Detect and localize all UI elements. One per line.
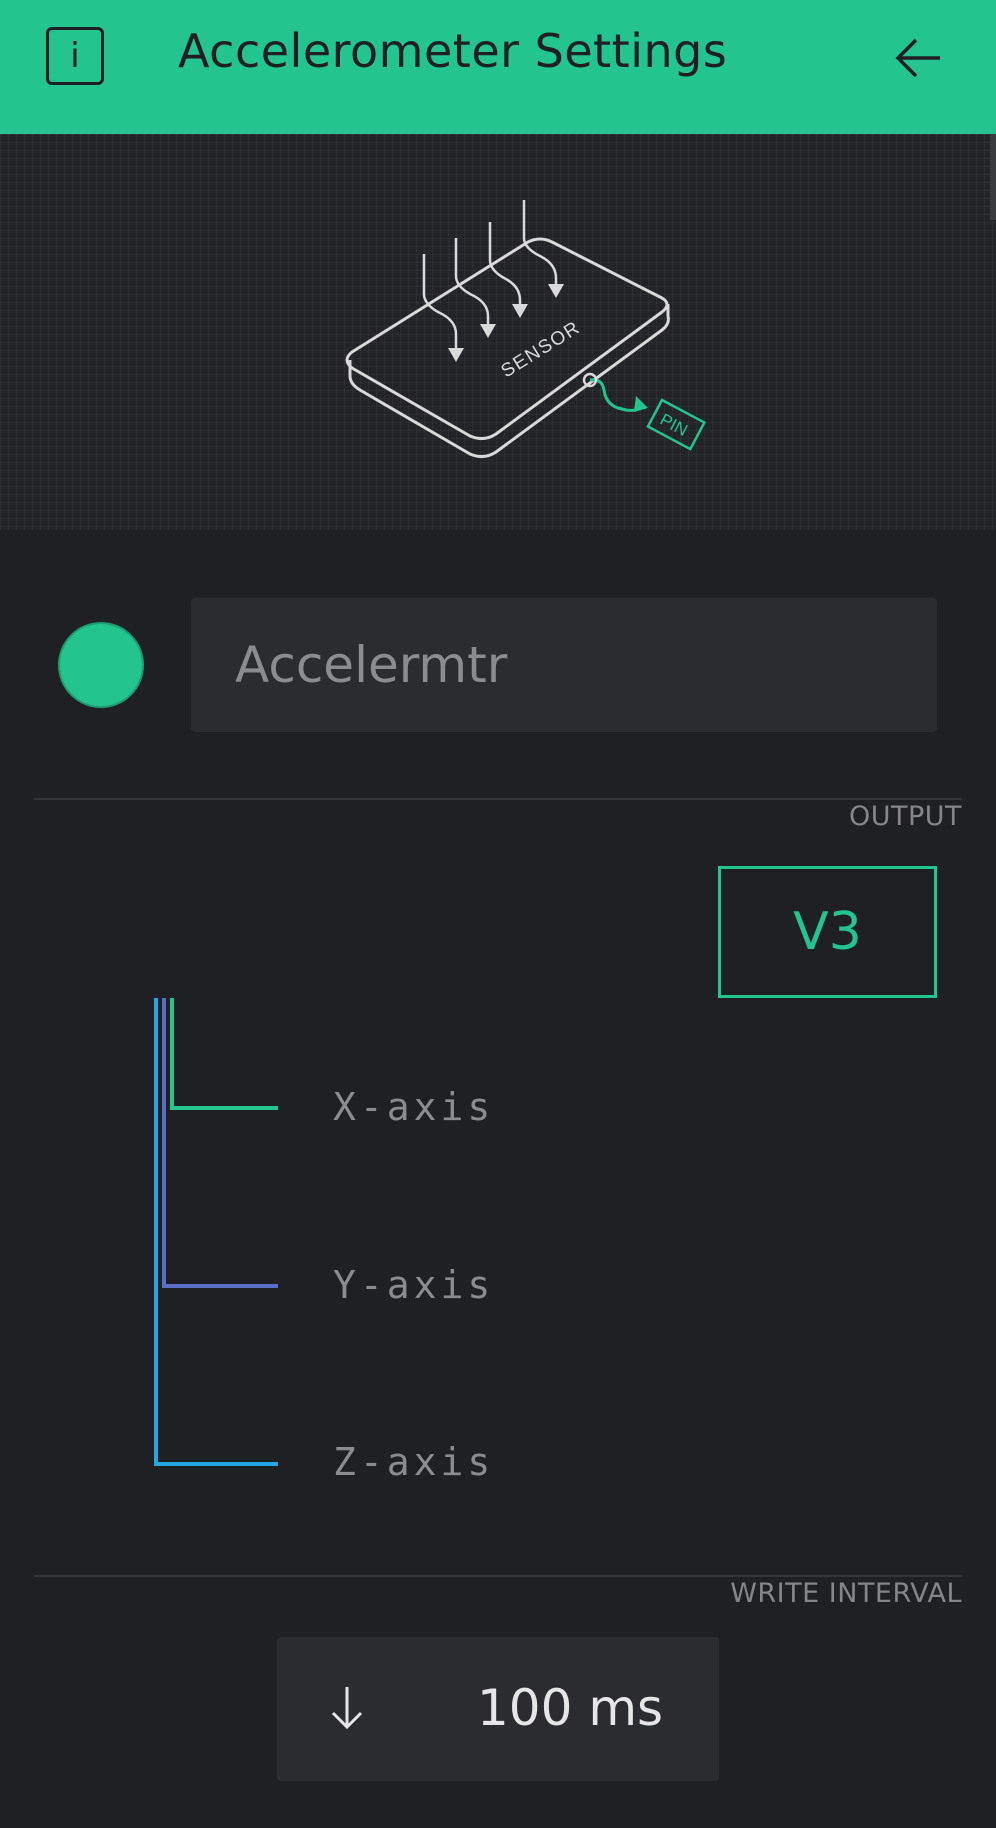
divider [34,798,962,800]
pin-tag: PIN [646,398,707,451]
scrollbar-thumb[interactable] [990,134,996,220]
write-interval-select[interactable]: 100 ms [277,1637,719,1781]
back-button[interactable] [890,30,950,86]
x-axis-branch [170,1106,278,1110]
z-axis-label: Z-axis [333,1440,495,1484]
connector-arrow [634,396,648,412]
y-axis-line [162,998,166,1288]
pin-tag-label: PIN [657,410,691,440]
sensor-label: SENSOR [498,317,585,382]
widget-name-input[interactable] [191,598,937,732]
write-interval-value: 100 ms [477,1679,664,1737]
sensor-diagram: SENSOR PIN [345,200,707,459]
connector-wire [589,378,642,412]
sensor-illustration: SENSOR PIN [0,134,996,530]
arrow-down-icon [331,1687,363,1730]
info-icon: i [70,36,80,76]
output-pin-button[interactable]: V3 [718,866,937,998]
write-interval-label: WRITE INTERVAL [730,1578,962,1609]
z-axis-branch [154,1462,278,1466]
x-axis-line [170,998,174,1110]
y-axis-label: Y-axis [333,1263,495,1307]
page-title: Accelerometer Settings [178,24,728,78]
info-button[interactable]: i [46,27,104,85]
z-axis-line [154,998,158,1466]
arrow-left-icon [895,38,940,78]
x-axis-label: X-axis [333,1085,495,1129]
divider [34,1575,962,1577]
y-axis-branch [162,1284,278,1288]
output-pin-value: V3 [793,902,862,962]
app-header: i Accelerometer Settings [0,0,996,134]
widget-color-picker[interactable] [58,622,144,708]
output-label: OUTPUT [848,801,962,832]
